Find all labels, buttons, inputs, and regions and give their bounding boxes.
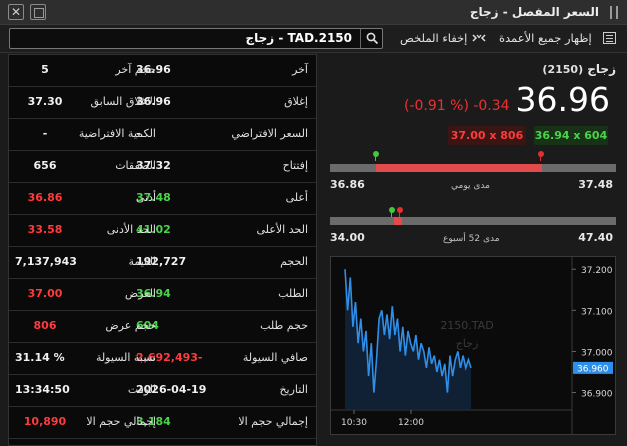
table-row: صافي السيولة 2,692,493- نسبة السيولة 31.14 … — [9, 343, 316, 375]
field-label: صافي السيولة — [242, 351, 308, 364]
y-tick-label: 37.200 — [581, 266, 613, 276]
field-value: 656 — [33, 159, 57, 172]
field-value: 31.14 % — [15, 351, 65, 364]
y-tick-label: 37.100 — [581, 307, 613, 317]
y-tick-label: 36.900 — [581, 390, 613, 400]
table-row: إغلاق 36.96 الاغلاق السابق 37.30 — [9, 87, 316, 119]
search-icon — [366, 32, 379, 45]
stock-name: زجاج — [587, 62, 616, 76]
maximize-icon[interactable] — [30, 4, 46, 20]
collapse-arrows-icon[interactable] — [472, 32, 486, 44]
week52-range-bar — [330, 217, 616, 225]
x-tick-label: 10:30 — [341, 418, 367, 428]
x-tick-label: 12:00 — [398, 418, 424, 428]
series-area — [345, 269, 471, 409]
field-label: الكمية الافتراضية — [78, 127, 156, 140]
daily-open-marker — [373, 151, 379, 157]
chart-watermark-code: 2150.TAD — [440, 319, 493, 332]
summary-panel: زجاج (2150) 36.96 (-0.91 %) -0.34 37.00 … — [318, 54, 627, 446]
field-label: الاغلاق السابق — [90, 95, 156, 108]
table-row: إجمالي حجم الا 3,184 إجمالي حجم الا 10,890 — [9, 407, 316, 439]
field-value: 10,890 — [23, 415, 67, 428]
field-label: إجمالي حجم الا — [238, 415, 308, 428]
pause-icon[interactable] — [610, 6, 618, 19]
daily-range-bar — [330, 164, 616, 172]
toolbar: TAD.2150 - زجاج إخفاء الملخص إظهار جميع … — [0, 25, 627, 53]
search-value: TAD.2150 - زجاج — [245, 31, 352, 45]
best-bid-chip: 36.94 x 604 — [534, 126, 608, 145]
field-label: إغلاق — [284, 95, 308, 108]
columns-icon[interactable] — [603, 32, 616, 44]
price-change: (-0.91 %) -0.34 — [404, 98, 510, 114]
table-row: السعر الافتراضي - الكمية الافتراضية - — [9, 119, 316, 151]
field-value: 13:34:50 — [15, 383, 70, 396]
daily-range-low: 36.86 — [330, 178, 365, 191]
field-value: 33.58 — [27, 223, 63, 236]
field-label: أعلى — [285, 191, 308, 204]
field-label: السعر الافتراضي — [231, 127, 308, 140]
field-label: العرض — [124, 287, 156, 300]
y-tick-label: 37.000 — [581, 348, 613, 358]
quote-details-table: آخر 36.96 حجم آخر 5 إغلاق 36.96 الاغلاق السابق… — [8, 54, 317, 446]
show-all-columns-button[interactable]: إظهار جميع الأعمدة — [499, 31, 592, 45]
field-label: أدنى — [135, 191, 156, 204]
table-row: الطلب 36.94 العرض 37.00 — [9, 279, 316, 311]
field-label: حجم عرض — [105, 319, 156, 332]
field-label: الطلب — [278, 287, 308, 300]
best-ask-chip: 37.00 x 806 — [448, 126, 526, 145]
field-label: الحجم — [280, 255, 308, 268]
week52-range-label: مدى 52 أسبوع — [443, 234, 500, 244]
daily-range-label: مدى يومي — [451, 181, 490, 191]
field-value: 37.30 — [27, 95, 63, 108]
field-label: الحد الأعلى — [256, 223, 308, 236]
field-label: الصفقات — [115, 159, 156, 172]
field-label: آخر — [292, 63, 308, 76]
table-row: حجم طلب 604 حجم عرض 806 — [9, 311, 316, 343]
field-value: 806 — [33, 319, 57, 332]
table-row: الحجم 192,727 القيمة 7,137,943 — [9, 247, 316, 279]
intraday-chart-svg: 2150.TAD زجاج 37.200 37.100 37.000 36.900 10:3… — [331, 257, 613, 434]
search-button[interactable] — [360, 29, 384, 48]
field-label: إفتتاح — [282, 159, 308, 172]
field-value: 37.00 — [27, 287, 63, 300]
table-row: الحد الأعلى 41.02 الحد الأدنى 33.58 — [9, 215, 316, 247]
field-value: 36.86 — [27, 191, 63, 204]
field-value: 7,137,943 — [15, 255, 77, 268]
chart-watermark-name: زجاج — [456, 337, 479, 350]
field-label: التاريخ — [279, 383, 308, 396]
week52-open-marker — [389, 207, 395, 213]
symbol-search-input[interactable]: TAD.2150 - زجاج — [9, 28, 383, 49]
field-label: نسبة السيولة — [95, 351, 156, 364]
week52-last-marker — [397, 207, 403, 213]
field-label: إجمالي حجم الا — [86, 415, 156, 428]
week52-range-low: 34.00 — [330, 231, 365, 244]
table-row: أعلى 37.48 أدنى 36.86 — [9, 183, 316, 215]
week52-range-fill — [394, 217, 402, 225]
intraday-chart[interactable]: 2150.TAD زجاج 37.200 37.100 37.000 36.900 10:3… — [330, 256, 616, 435]
window-title: السعر المفصل - زجاج — [469, 5, 599, 19]
stock-title: زجاج (2150) — [542, 62, 616, 76]
daily-last-marker — [538, 151, 544, 157]
daily-range-fill — [376, 164, 542, 172]
daily-range-high: 37.48 — [578, 178, 613, 191]
table-row: إفتتاح 37.32 الصفقات 656 — [9, 151, 316, 183]
window-titlebar: ✕ السعر المفصل - زجاج — [0, 0, 627, 25]
table-row: التاريخ 2026-04-19 الوقت 13:34:50 — [9, 375, 316, 407]
hide-summary-button[interactable]: إخفاء الملخص — [400, 31, 467, 45]
field-label: حجم آخر — [115, 63, 156, 76]
week52-range-high: 47.40 — [578, 231, 613, 244]
stock-code: (2150) — [542, 63, 584, 76]
field-label: الوقت — [127, 383, 156, 396]
field-value: 5 — [41, 63, 49, 76]
field-value: - — [42, 127, 48, 140]
last-value-label: 36.960 — [577, 364, 609, 374]
field-label: القيمة — [128, 255, 156, 268]
field-label: حجم طلب — [260, 319, 308, 332]
field-label: الحد الأدنى — [106, 223, 156, 236]
table-row: آخر 36.96 حجم آخر 5 — [9, 55, 316, 87]
last-price: 36.96 — [515, 80, 610, 119]
close-icon[interactable]: ✕ — [8, 4, 24, 20]
